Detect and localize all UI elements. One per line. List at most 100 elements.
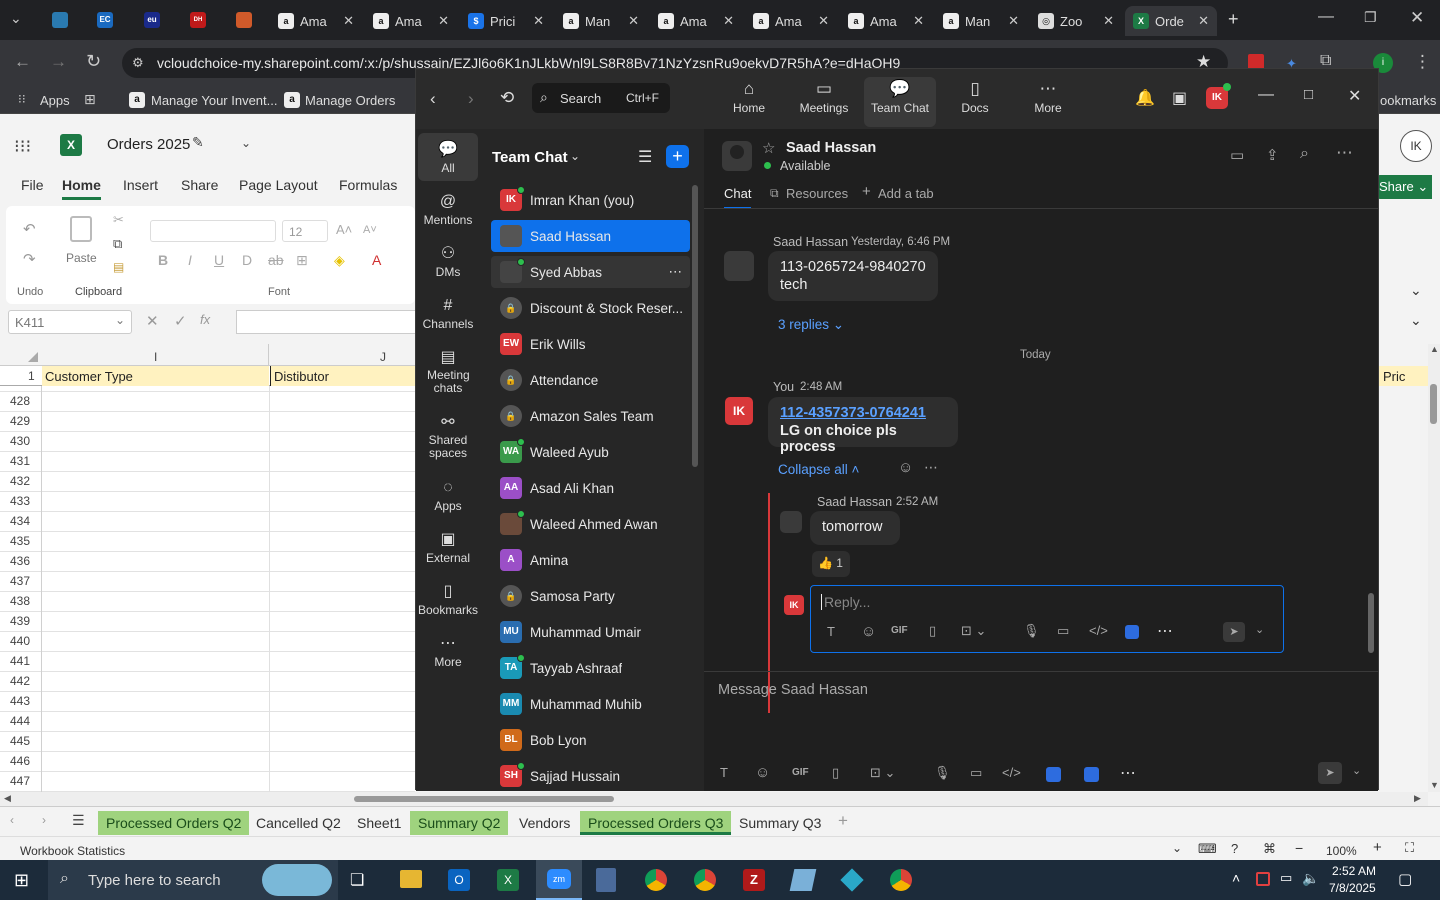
- table-row[interactable]: 444: [0, 712, 415, 732]
- microphone-icon[interactable]: 🎙: [1023, 623, 1040, 639]
- cut-icon[interactable]: ✂: [113, 212, 124, 228]
- next-sheet-icon[interactable]: ›: [42, 813, 46, 827]
- table-row[interactable]: 433: [0, 492, 415, 512]
- new-tab-icon[interactable]: +: [1228, 9, 1239, 30]
- strikethrough-icon[interactable]: ab: [268, 252, 284, 268]
- browser-tab[interactable]: $ Prici ✕: [460, 6, 552, 36]
- zoom-in-icon[interactable]: +: [1373, 839, 1382, 856]
- add-sheet-icon[interactable]: +: [838, 811, 848, 831]
- tray-app-icon[interactable]: [1256, 872, 1270, 886]
- rail-meeting-chats[interactable]: ▤ Meeting chats: [418, 347, 478, 395]
- file-icon[interactable]: ▯: [832, 765, 839, 781]
- ribbon-expand-icon[interactable]: ⌄: [1410, 282, 1422, 299]
- grow-font-icon[interactable]: A˄: [336, 222, 352, 237]
- table-row[interactable]: 435: [0, 532, 415, 552]
- tab-add[interactable]: Add a tab: [878, 186, 934, 201]
- rail-mentions[interactable]: @ Mentions: [418, 191, 478, 227]
- bookmark-more[interactable]: ookmarks: [1380, 93, 1436, 108]
- insert-function-icon[interactable]: fx: [200, 312, 210, 327]
- contact-avatar[interactable]: [722, 141, 752, 171]
- more-tools-icon[interactable]: ⋯: [1157, 621, 1173, 641]
- chat-list-item[interactable]: 🔒 Amazon Sales Team: [491, 400, 690, 432]
- calculator-icon[interactable]: [596, 868, 616, 892]
- enter-formula-icon[interactable]: ✓: [174, 312, 187, 330]
- table-row[interactable]: 434: [0, 512, 415, 532]
- browser-tab[interactable]: a Ama ✕: [840, 6, 932, 36]
- table-row[interactable]: 436: [0, 552, 415, 572]
- keyboard-icon[interactable]: ⌨: [1198, 841, 1217, 857]
- browser-tab[interactable]: a Ama ✕: [745, 6, 837, 36]
- file-icon[interactable]: ▯: [929, 623, 936, 639]
- menu-insert[interactable]: Insert: [123, 177, 158, 193]
- notifications-bell-icon[interactable]: 🔔: [1135, 88, 1155, 108]
- pinned-tab-icon[interactable]: eu: [144, 12, 160, 28]
- close-icon[interactable]: ✕: [1348, 86, 1361, 106]
- menu-file[interactable]: File: [21, 177, 44, 193]
- sheet-tab[interactable]: Summary Q2: [410, 811, 509, 835]
- bold-icon[interactable]: B: [158, 252, 168, 268]
- table-row[interactable]: 437: [0, 572, 415, 592]
- close-tab-icon[interactable]: ✕: [343, 13, 354, 29]
- chrome-icon[interactable]: [645, 869, 667, 891]
- rail-external[interactable]: ▣ External: [418, 529, 478, 565]
- chat-list-item[interactable]: WA Waleed Ayub: [491, 436, 690, 468]
- chat-list-item[interactable]: Saad Hassan: [491, 220, 690, 252]
- paste-label[interactable]: Paste: [66, 251, 97, 265]
- gif-icon[interactable]: GIF: [891, 625, 908, 636]
- workbook-statistics[interactable]: Workbook Statistics: [20, 844, 125, 858]
- menu-share[interactable]: Share: [181, 177, 218, 193]
- tray-expand-icon[interactable]: ˄: [1232, 870, 1240, 886]
- nav-team-chat[interactable]: 💬 Team Chat: [864, 77, 936, 127]
- emoji-icon[interactable]: ☺: [755, 764, 770, 781]
- table-row[interactable]: 430: [0, 432, 415, 452]
- all-sheets-icon[interactable]: ☰: [72, 812, 85, 829]
- browser-tab[interactable]: a Ama ✕: [365, 6, 457, 36]
- help-icon[interactable]: ?: [1231, 841, 1238, 856]
- font-size-select[interactable]: 12: [282, 220, 328, 242]
- task-view-icon[interactable]: ❏: [350, 870, 364, 890]
- header-cell-distributor[interactable]: Distibutor: [270, 366, 415, 386]
- rail-channels[interactable]: # Channels: [418, 295, 478, 331]
- prev-sheet-icon[interactable]: ‹: [10, 813, 14, 827]
- name-box[interactable]: K411 ⌄: [8, 310, 132, 334]
- rail-all[interactable]: 💬 All: [418, 133, 478, 181]
- formula-bar[interactable]: [236, 310, 416, 334]
- restore-icon[interactable]: ❐: [1364, 9, 1377, 26]
- bookmark-apps[interactable]: Apps: [40, 93, 70, 108]
- zoom-app-icon[interactable]: [1046, 767, 1061, 782]
- maximize-icon[interactable]: □: [1304, 86, 1313, 103]
- sheet-grid[interactable]: 1 Customer Type Distibutor 428 429 430 431 4…: [0, 366, 415, 792]
- close-tab-icon[interactable]: ✕: [533, 13, 544, 29]
- emoji-icon[interactable]: ☺: [861, 623, 876, 640]
- app-icon[interactable]: [789, 869, 817, 891]
- column-header-j[interactable]: J: [380, 350, 386, 364]
- reply-composer[interactable]: Reply... T ☺ GIF ▯ ⊡ ⌄ 🎙 ▭ </> ⋯ ➤ ⌄: [810, 585, 1284, 653]
- name-box-dropdown-icon[interactable]: ⌄: [115, 313, 125, 327]
- sheet-tab[interactable]: Vendors: [511, 811, 578, 835]
- table-row[interactable]: 447: [0, 772, 415, 792]
- video-message-icon[interactable]: ▭: [970, 765, 982, 781]
- scroll-left-icon[interactable]: ◀: [4, 793, 11, 804]
- file-explorer-icon[interactable]: [400, 870, 422, 888]
- table-row[interactable]: 440: [0, 632, 415, 652]
- browser-tab[interactable]: a Man ✕: [935, 6, 1027, 36]
- table-row[interactable]: 431: [0, 452, 415, 472]
- rail-apps[interactable]: ◌ Apps: [418, 477, 478, 513]
- network-icon[interactable]: ▭: [1280, 870, 1292, 886]
- table-row[interactable]: 438: [0, 592, 415, 612]
- site-info-icon[interactable]: ⚙: [132, 55, 144, 71]
- format-painter-icon[interactable]: ▤: [113, 260, 124, 274]
- zoom-out-icon[interactable]: −: [1295, 840, 1303, 856]
- edit-title-icon[interactable]: ✎: [192, 134, 204, 151]
- screenshot-icon[interactable]: ⊡ ⌄: [961, 623, 986, 639]
- tab-resources[interactable]: Resources: [786, 186, 848, 201]
- gif-icon[interactable]: GIF: [792, 767, 809, 778]
- scroll-thumb[interactable]: [1430, 384, 1437, 424]
- favorite-star-icon[interactable]: ☆: [762, 139, 775, 157]
- minimize-icon[interactable]: —: [1318, 8, 1334, 26]
- whiteboard-icon[interactable]: ▣: [1172, 88, 1187, 108]
- table-row[interactable]: 439: [0, 612, 415, 632]
- double-underline-icon[interactable]: D: [242, 252, 252, 268]
- status-dropdown-icon[interactable]: ⌄: [1172, 841, 1182, 855]
- column-header-i[interactable]: I: [154, 350, 157, 364]
